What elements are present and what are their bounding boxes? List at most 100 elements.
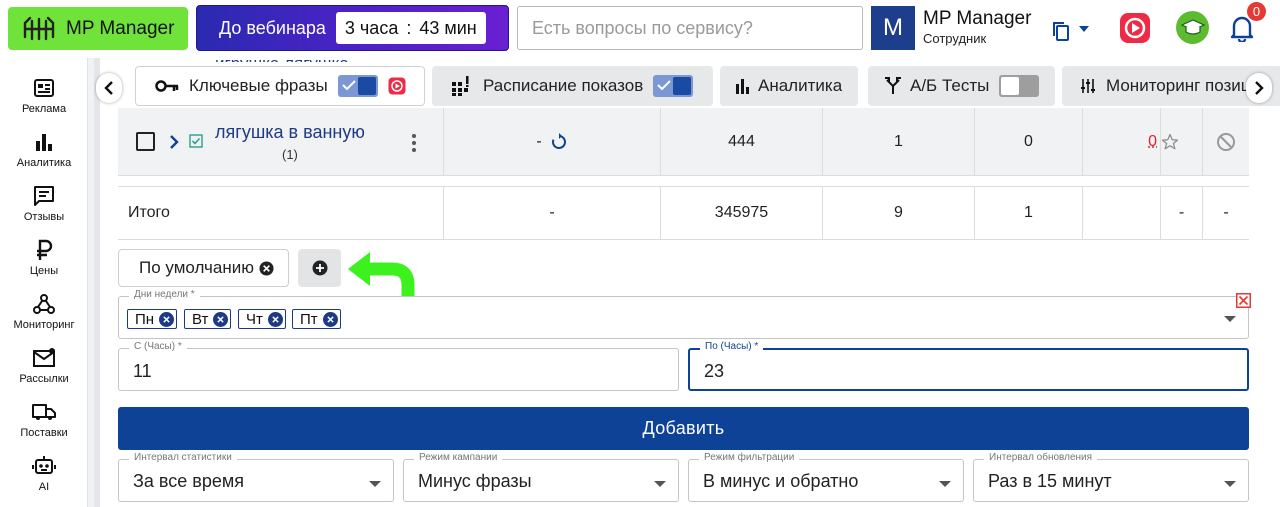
table-row[interactable]: лягушка в ванную (1) - 444 1 0 0 bbox=[118, 108, 1249, 176]
sidebar-item-label: Отзывы bbox=[23, 211, 65, 223]
chevron-down-icon[interactable] bbox=[654, 481, 666, 487]
comment-icon bbox=[34, 186, 54, 206]
tab-analytics[interactable]: Аналитика bbox=[720, 66, 858, 106]
logo-text: MP Manager bbox=[66, 17, 175, 39]
chevron-right-icon[interactable] bbox=[169, 134, 179, 150]
chevron-down-icon[interactable] bbox=[1224, 481, 1236, 487]
close-icon[interactable] bbox=[213, 311, 229, 327]
filter-mode-label: Режим фильтрации bbox=[699, 452, 800, 463]
grid-alert-icon bbox=[452, 76, 469, 96]
sidebar-item-prices[interactable]: Цены bbox=[0, 234, 88, 286]
webinar-countdown[interactable]: До вебинара 3 часа : 43 мин bbox=[196, 5, 509, 51]
video-icon[interactable] bbox=[1119, 12, 1151, 44]
avatar[interactable]: M bbox=[871, 6, 915, 50]
close-icon[interactable] bbox=[322, 311, 338, 327]
chevron-left-icon bbox=[104, 81, 113, 95]
sidebar: Реклама Аналитика Отзывы Цены Мониторинг… bbox=[0, 58, 88, 507]
to-hours-field[interactable]: По (Часы) * 23 bbox=[688, 341, 1249, 391]
search-input[interactable] bbox=[517, 6, 863, 50]
keyword-cell: лягушка в ванную (1) bbox=[118, 108, 444, 175]
scrolled-keyword-text: игрушка лягушка bbox=[215, 56, 349, 62]
position-value: - bbox=[536, 132, 542, 150]
logo-icon bbox=[22, 15, 56, 43]
tab-schedule[interactable]: Расписание показов bbox=[432, 66, 713, 106]
schedule-toggle[interactable] bbox=[653, 75, 694, 97]
chevron-down-icon[interactable] bbox=[369, 481, 381, 487]
block-icon[interactable] bbox=[1216, 132, 1236, 152]
more-vertical-icon[interactable] bbox=[412, 134, 416, 152]
tabs-scroll-left-button[interactable] bbox=[96, 73, 122, 103]
from-hours-field[interactable]: С (Часы) * 11 bbox=[118, 341, 679, 391]
chevron-down-icon[interactable] bbox=[1077, 22, 1091, 36]
ad-icon bbox=[34, 79, 54, 97]
add-button[interactable]: Добавить bbox=[118, 407, 1249, 450]
top-bar: MP Manager До вебинара 3 часа : 43 мин M… bbox=[0, 0, 1280, 58]
col5-cell: 0 bbox=[975, 108, 1083, 175]
close-icon[interactable] bbox=[267, 311, 283, 327]
close-circle-icon[interactable] bbox=[259, 260, 274, 276]
chevron-down-icon[interactable] bbox=[939, 481, 951, 487]
video-icon[interactable] bbox=[388, 77, 406, 95]
notification-badge: 0 bbox=[1247, 2, 1266, 21]
row-checkbox[interactable] bbox=[136, 132, 155, 151]
day-chip-label: Пн bbox=[135, 310, 155, 328]
keyword-link[interactable]: лягушка в ванную bbox=[215, 122, 365, 143]
total-col7: - bbox=[1161, 187, 1203, 239]
copy-icon[interactable] bbox=[1050, 20, 1072, 42]
stats-interval-select[interactable]: Интервал статистики За все время bbox=[118, 452, 394, 502]
total-label: Итого bbox=[118, 187, 444, 239]
network-icon bbox=[33, 294, 55, 314]
user-role: Сотрудник bbox=[923, 31, 987, 46]
col6-cell: 0 bbox=[1083, 108, 1161, 175]
webinar-timer: 3 часа : 43 мин bbox=[335, 12, 486, 44]
add-schedule-button[interactable] bbox=[298, 249, 341, 287]
day-chip-label: Пт bbox=[300, 310, 318, 328]
sidebar-item-ai[interactable]: AI bbox=[0, 450, 88, 502]
tab-label: Мониторинг позиций bbox=[1106, 76, 1270, 95]
close-icon[interactable] bbox=[1236, 293, 1251, 308]
bar-chart-icon bbox=[36, 134, 52, 151]
day-chip-mon[interactable]: Пн bbox=[127, 309, 178, 329]
filter-mode-select[interactable]: Режим фильтрации В минус и обратно bbox=[688, 452, 964, 502]
sidebar-item-monitoring[interactable]: Мониторинг bbox=[0, 288, 88, 340]
sidebar-item-supplies[interactable]: Поставки bbox=[0, 396, 88, 448]
update-interval-select[interactable]: Интервал обновления Раз в 15 минут bbox=[973, 452, 1249, 502]
sidebar-item-mailings[interactable]: Рассылки bbox=[0, 342, 88, 394]
to-hours-value: 23 bbox=[704, 361, 725, 381]
days-select[interactable]: Дни недели * Пн Вт Чт Пт bbox=[118, 289, 1249, 339]
timer-minutes: 43 мин bbox=[419, 17, 477, 38]
robot-icon bbox=[32, 456, 56, 474]
chevron-down-icon[interactable] bbox=[1224, 316, 1236, 322]
campaign-mode-select[interactable]: Режим кампании Минус фразы bbox=[403, 452, 679, 502]
day-chip-tue[interactable]: Вт bbox=[184, 309, 232, 329]
chip-label: По умолчанию bbox=[139, 258, 254, 277]
day-chip-thu[interactable]: Чт bbox=[238, 309, 286, 329]
chevron-right-icon bbox=[1255, 81, 1264, 95]
timer-separator: : bbox=[406, 17, 412, 38]
logo-button[interactable]: MP Manager bbox=[8, 7, 188, 50]
schedule-default-chip[interactable]: По умолчанию bbox=[118, 249, 289, 287]
split-icon bbox=[885, 77, 901, 94]
views-cell: 444 bbox=[661, 108, 823, 175]
tab-ab-tests[interactable]: А/Б Тесты bbox=[868, 66, 1055, 106]
sidebar-item-label: Цены bbox=[29, 265, 59, 277]
keyword-count: (1) bbox=[281, 147, 298, 162]
ab-tests-toggle[interactable] bbox=[999, 75, 1040, 97]
sidebar-item-ads[interactable]: Реклама bbox=[0, 72, 88, 124]
close-icon[interactable] bbox=[159, 311, 175, 327]
star-icon[interactable] bbox=[1161, 133, 1179, 151]
refresh-icon[interactable] bbox=[550, 132, 568, 151]
checkbox-checked-icon[interactable] bbox=[189, 133, 203, 148]
tab-keywords[interactable]: Ключевые фразы bbox=[135, 66, 425, 106]
sidebar-item-reviews[interactable]: Отзывы bbox=[0, 180, 88, 232]
from-hours-label: С (Часы) * bbox=[129, 341, 187, 352]
sidebar-item-label: Аналитика bbox=[16, 157, 72, 169]
tab-label: Аналитика bbox=[758, 76, 843, 95]
day-chip-fri[interactable]: Пт bbox=[292, 309, 341, 329]
sidebar-item-analytics[interactable]: Аналитика bbox=[0, 126, 88, 178]
graduation-cap-icon[interactable] bbox=[1176, 11, 1209, 44]
keywords-toggle[interactable] bbox=[337, 75, 378, 97]
sliders-icon bbox=[1081, 79, 1095, 93]
tabs-scroll-right-button[interactable] bbox=[1246, 73, 1272, 103]
campaign-mode-value: Минус фразы bbox=[418, 471, 532, 491]
